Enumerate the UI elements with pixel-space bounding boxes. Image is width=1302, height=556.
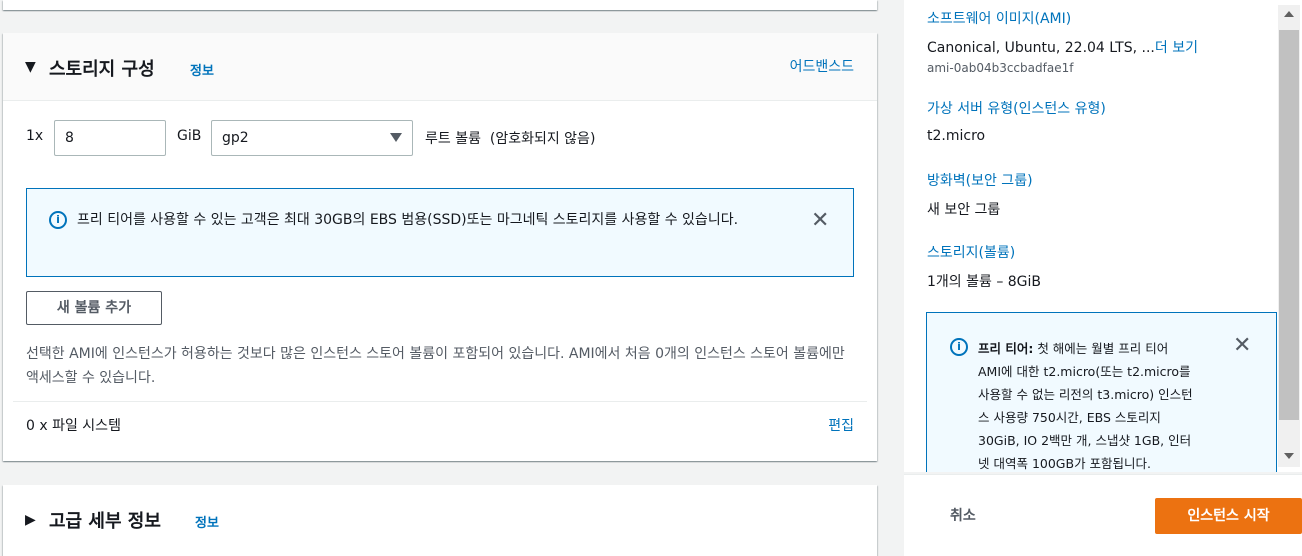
ami-more-link[interactable]: 더 보기 (1155, 40, 1198, 56)
summary-panel: 소프트웨어 이미지(AMI) Canonical, Ubuntu, 22.04 … (904, 0, 1302, 472)
close-icon[interactable]: ✕ (1233, 335, 1251, 357)
edit-file-systems-link[interactable]: 편집 (828, 415, 854, 435)
info-circle-icon: i (49, 211, 67, 229)
info-circle-icon: i (950, 338, 968, 356)
add-volume-button[interactable]: 새 볼륨 추가 (26, 291, 162, 325)
free-tier-label: 프리 티어: (978, 341, 1034, 356)
volume-type-value: gp2 (222, 130, 249, 146)
scroll-thumb[interactable] (1279, 30, 1299, 420)
firewall-title-link[interactable]: 방화벽(보안 그룹) (927, 170, 1033, 190)
previous-section-card (3, 0, 877, 10)
ami-id: ami-0ab04b3ccbadfae1f (927, 61, 1074, 75)
volume-type-select[interactable]: gp2 (211, 120, 413, 156)
instance-store-note: 선택한 AMI에 인스턴스가 허용하는 것보다 많은 인스턴스 스토어 볼륨이 … (26, 346, 845, 386)
advanced-details-title: 고급 세부 정보 (49, 511, 161, 532)
scroll-up-icon[interactable] (1284, 11, 1294, 17)
scroll-down-icon[interactable] (1284, 453, 1294, 459)
close-icon[interactable]: ✕ (811, 210, 829, 232)
advanced-details-section[interactable]: ▶ 고급 세부 정보 정보 (3, 485, 877, 556)
instance-type-value: t2.micro (927, 128, 986, 144)
caret-right-icon[interactable]: ▶ (25, 512, 36, 528)
free-tier-body: 첫 해에는 월별 프리 티어 AMI에 대한 t2.micro(또는 t2.mi… (978, 341, 1193, 471)
caret-down-icon[interactable]: ▼ (25, 59, 36, 75)
root-volume-desc: 루트 볼륨 (암호화되지 않음) (425, 131, 596, 147)
instance-type-title-link[interactable]: 가상 서버 유형(인스턴스 유형) (927, 98, 1106, 118)
volume-size-input[interactable]: 8 (54, 120, 166, 156)
cancel-button[interactable]: 취소 (950, 505, 976, 525)
ami-title-link[interactable]: 소프트웨어 이미지(AMI) (927, 8, 1071, 28)
advanced-details-info-link[interactable]: 정보 (195, 512, 219, 531)
launch-instance-button[interactable]: 인스턴스 시작 (1155, 498, 1302, 534)
volume-count-label: 1x (26, 128, 44, 144)
dropdown-arrow-icon (390, 133, 402, 142)
free-tier-text: 프리 티어: 첫 해에는 월별 프리 티어 AMI에 대한 t2.micro(또… (978, 337, 1193, 472)
summary-footer: 취소 인스턴스 시작 (904, 474, 1302, 556)
storage-value: 1개의 볼륨 – 8GiB (927, 274, 1042, 290)
free-tier-alert: i 프리 티어: 첫 해에는 월별 프리 티어 AMI에 대한 t2.micro… (926, 312, 1277, 472)
volume-unit-label: GiB (177, 128, 202, 144)
alert-text: 프리 티어를 사용할 수 있는 고객은 최대 30GB의 EBS 범용(SSD)… (77, 212, 739, 228)
ami-value-text: Canonical, Ubuntu, 22.04 LTS, ... (927, 40, 1155, 56)
storage-section-header[interactable]: ▼ 스토리지 구성 정보 어드밴스드 (3, 33, 877, 101)
advanced-link[interactable]: 어드밴스드 (790, 56, 854, 76)
main-content: ▼ 스토리지 구성 정보 어드밴스드 1x 8 GiB gp2 루트 볼륨 (암… (0, 0, 890, 556)
firewall-value: 새 보안 그룹 (927, 202, 1001, 218)
file-systems-label: 0 x 파일 시스템 (26, 418, 121, 434)
ami-value: Canonical, Ubuntu, 22.04 LTS, ...더 보기 (927, 37, 1198, 57)
volume-row: 1x 8 GiB gp2 루트 볼륨 (암호화되지 않음) (26, 120, 856, 156)
storage-info-link[interactable]: 정보 (190, 60, 214, 79)
storage-section-title: 스토리지 구성 (49, 59, 155, 80)
free-tier-storage-alert: i 프리 티어를 사용할 수 있는 고객은 최대 30GB의 EBS 범용(SS… (26, 188, 854, 277)
storage-title-link[interactable]: 스토리지(볼륨) (927, 242, 1015, 262)
storage-section: ▼ 스토리지 구성 정보 어드밴스드 1x 8 GiB gp2 루트 볼륨 (암… (3, 33, 877, 461)
divider (13, 401, 867, 402)
summary-scrollbar[interactable] (1278, 5, 1300, 467)
